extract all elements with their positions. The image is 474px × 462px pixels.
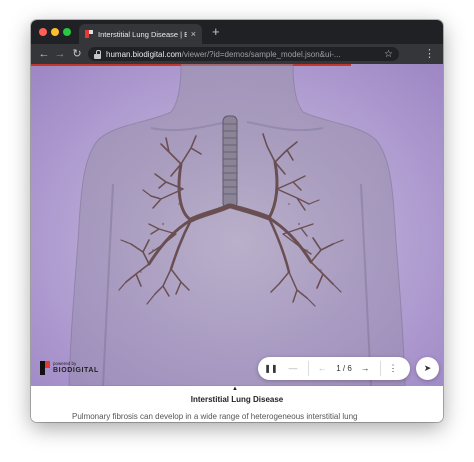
chapter-counter: 1 / 6 bbox=[336, 364, 352, 373]
biodigital-logo: powered by BIODIGITAL bbox=[40, 361, 99, 375]
dash-icon[interactable]: — bbox=[286, 357, 300, 380]
info-panel: ▲ Interstitial Lung Disease Pulmonary fi… bbox=[31, 386, 443, 422]
logo-name: BIODIGITAL bbox=[53, 366, 99, 374]
active-tab[interactable]: Interstitial Lung Disease | BioD × bbox=[79, 24, 202, 44]
browser-menu-icon[interactable]: ⋮ bbox=[424, 44, 435, 64]
lock-icon[interactable] bbox=[94, 49, 101, 59]
expand-caret-icon[interactable]: ▲ bbox=[232, 386, 238, 392]
url-host: human.biodigital.com bbox=[106, 49, 182, 59]
3d-viewer[interactable]: powered by BIODIGITAL ❚❚ — ← 1 / 6 → ⋮ ➤ bbox=[31, 64, 443, 386]
close-window-button[interactable] bbox=[39, 28, 47, 36]
navigation-arrow-icon[interactable]: ➤ bbox=[416, 357, 439, 380]
more-options-icon[interactable]: ⋮ bbox=[386, 357, 400, 380]
controls-divider bbox=[308, 361, 309, 376]
url-path: /viewer/?id=demos/sample_model.json&ui-.… bbox=[181, 49, 341, 59]
info-title: Interstitial Lung Disease bbox=[190, 395, 284, 404]
biodigital-favicon-icon bbox=[85, 30, 93, 38]
info-body: Pulmonary fibrosis can develop in a wide… bbox=[72, 412, 358, 421]
back-button[interactable]: ← bbox=[37, 44, 51, 64]
next-chapter-icon[interactable]: → bbox=[358, 357, 372, 380]
new-tab-button[interactable]: + bbox=[212, 24, 220, 40]
browser-toolbar: ← → ↻ human.biodigital.com/viewer/?id=de… bbox=[31, 44, 443, 64]
url-text[interactable]: human.biodigital.com/viewer/?id=demos/sa… bbox=[106, 50, 380, 59]
biodigital-mark-icon bbox=[40, 361, 50, 375]
tour-controls: ❚❚ — ← 1 / 6 → ⋮ bbox=[258, 357, 410, 380]
pause-icon[interactable]: ❚❚ bbox=[264, 357, 278, 380]
minimize-window-button[interactable] bbox=[51, 28, 59, 36]
browser-window: Interstitial Lung Disease | BioD × + ← →… bbox=[31, 20, 443, 422]
title-bar: Interstitial Lung Disease | BioD × + bbox=[31, 20, 443, 44]
torso-silhouette bbox=[68, 64, 406, 386]
bookmark-star-icon[interactable]: ☆ bbox=[384, 49, 393, 60]
maximize-window-button[interactable] bbox=[63, 28, 71, 36]
tab-close-icon[interactable]: × bbox=[191, 29, 196, 39]
reload-button[interactable]: ↻ bbox=[70, 44, 84, 64]
controls-divider bbox=[380, 361, 381, 376]
anatomy-model[interactable] bbox=[31, 64, 443, 386]
address-bar[interactable]: human.biodigital.com/viewer/?id=demos/sa… bbox=[88, 47, 399, 61]
tab-title: Interstitial Lung Disease | BioD bbox=[98, 29, 187, 39]
trachea[interactable] bbox=[222, 115, 238, 209]
forward-button[interactable]: → bbox=[53, 44, 67, 64]
previous-chapter-icon[interactable]: ← bbox=[315, 357, 329, 380]
